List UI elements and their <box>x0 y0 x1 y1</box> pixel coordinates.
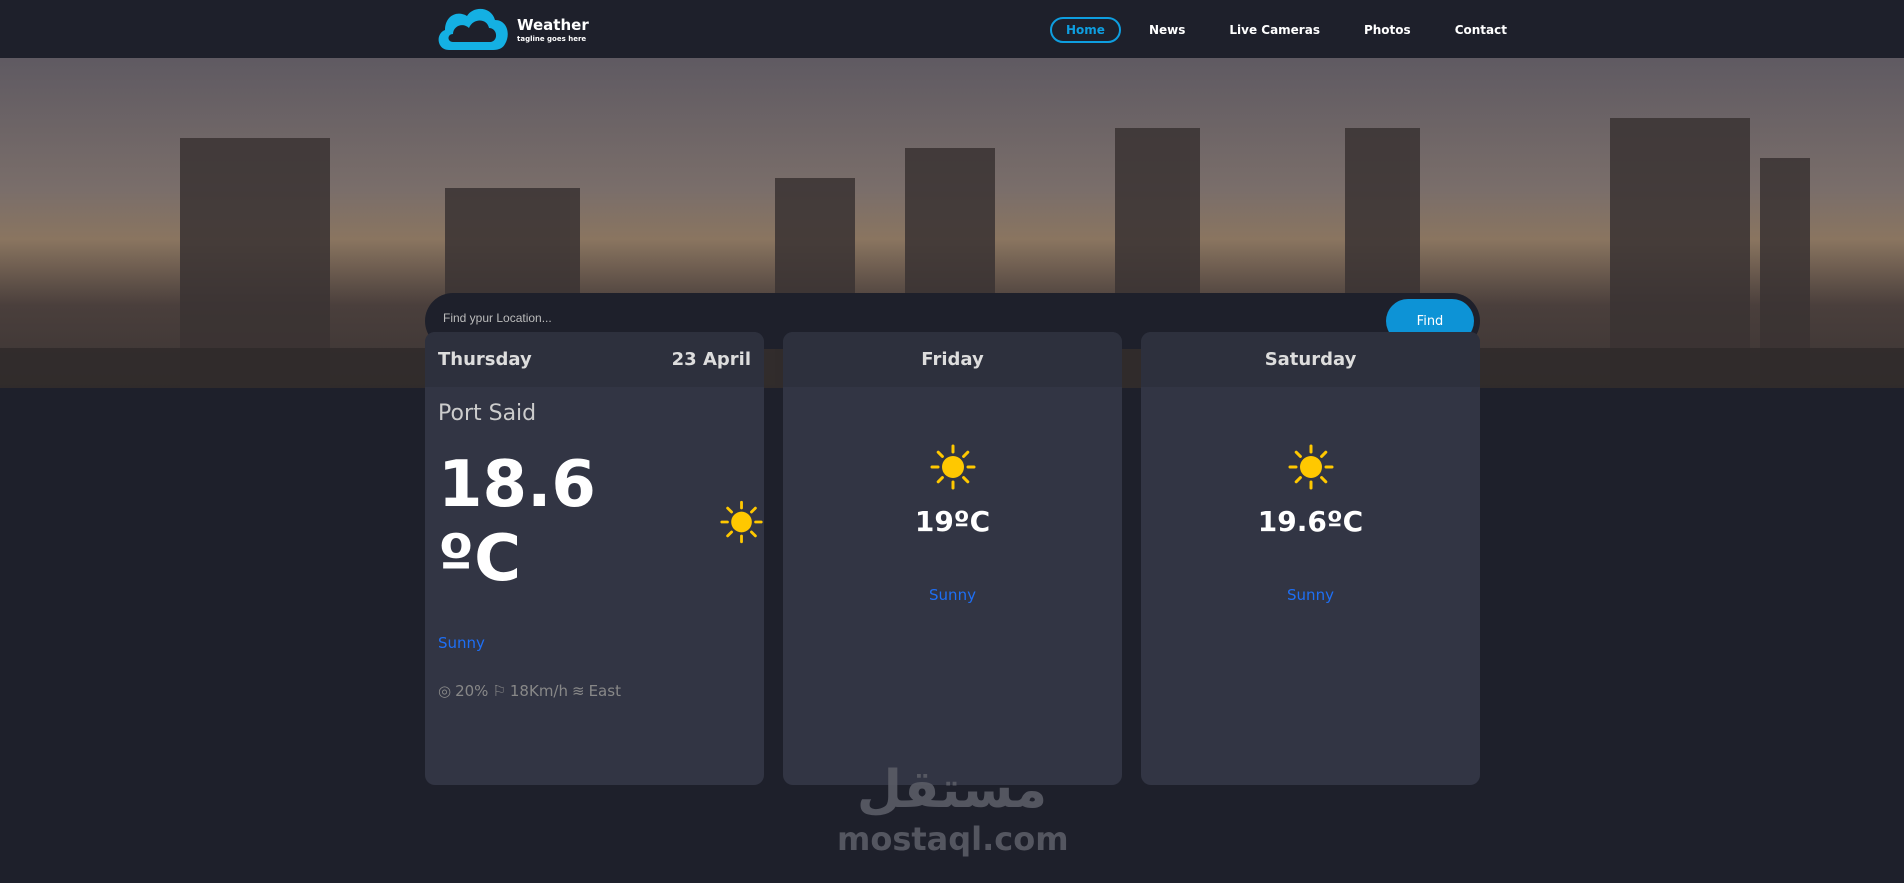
city-name: Port Said <box>438 401 537 426</box>
forecast-temp: 19.6ºC <box>1257 505 1364 538</box>
wind-direction: East <box>588 682 621 700</box>
wind-icon: ⚐ <box>492 682 506 700</box>
forecast-day: Friday <box>783 332 1122 387</box>
humidity: 20% <box>455 682 489 700</box>
nav-news[interactable]: News <box>1133 17 1201 43</box>
brand-title: Weather <box>517 15 589 34</box>
nav-live-cameras[interactable]: Live Cameras <box>1213 17 1336 43</box>
forecast-card: Friday 19ºC Sunny <box>783 332 1122 785</box>
sun-icon <box>1288 444 1333 490</box>
nav-home[interactable]: Home <box>1050 17 1121 43</box>
current-temp: 18.6 ºC <box>438 448 596 596</box>
umbrella-icon: ◎ <box>438 682 452 700</box>
forecast-card: Saturday 19.6ºC Sunny <box>1141 332 1480 785</box>
forecast-temp: 19ºC <box>914 505 991 538</box>
main-menu: Home News Live Cameras Photos Contact <box>1050 17 1535 43</box>
forecast-condition: Sunny <box>1287 586 1334 604</box>
watermark-arabic: مستقل <box>856 760 1048 820</box>
brand-tagline: tagline goes here <box>517 34 587 43</box>
nav-contact[interactable]: Contact <box>1439 17 1523 43</box>
logo[interactable]: Weather tagline goes here <box>433 4 589 54</box>
forecast-day: Saturday <box>1141 332 1480 387</box>
compass-icon: ≋ <box>572 682 585 700</box>
top-navbar: Weather tagline goes here Home News Live … <box>0 0 1904 58</box>
nav-photos[interactable]: Photos <box>1348 17 1427 43</box>
location-search-input[interactable] <box>443 311 1343 325</box>
today-day: Thursday <box>438 349 532 370</box>
sun-icon <box>930 444 975 490</box>
cloud-logo-icon <box>438 8 508 50</box>
today-date: 23 April <box>671 349 751 370</box>
today-condition: Sunny <box>438 634 485 652</box>
watermark-latin: mostaql.com <box>837 820 1069 858</box>
wind-speed: 18Km/h <box>509 682 568 700</box>
forecast-condition: Sunny <box>929 586 976 604</box>
today-card: Thursday 23 April Port Said 18.6 ºC Sunny… <box>425 332 764 785</box>
watermark: مستقل mostaql.com <box>837 760 1069 858</box>
sun-icon <box>720 500 763 544</box>
